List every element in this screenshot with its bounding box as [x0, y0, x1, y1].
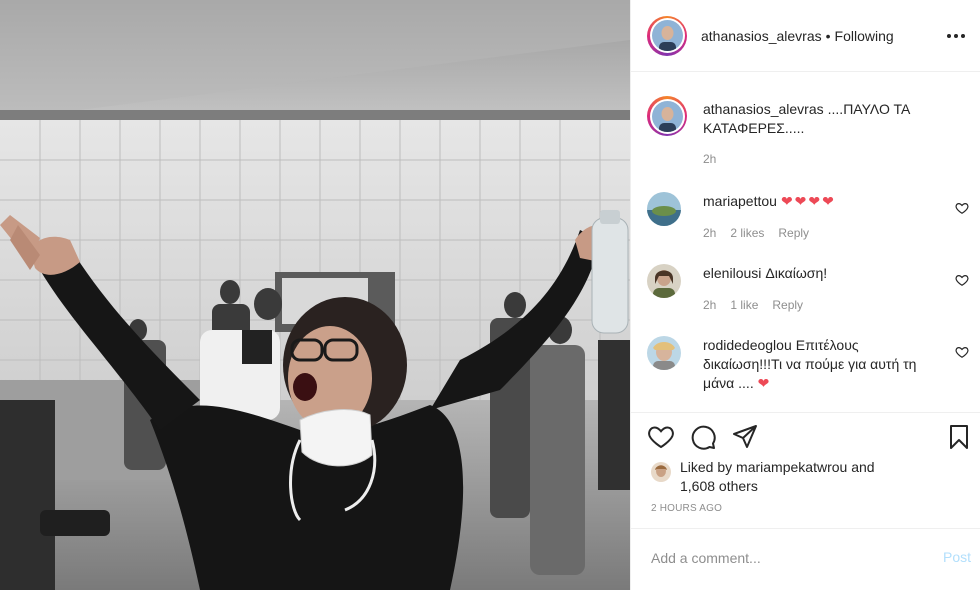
comment-input[interactable] — [651, 547, 921, 569]
caption-username[interactable]: athanasios_alevras — [703, 101, 824, 117]
comment-avatar[interactable] — [647, 192, 681, 226]
liked-by-prefix: Liked by — [680, 459, 733, 475]
likes-text: Liked by mariampekatwrou and 1,608 other… — [680, 458, 960, 496]
post-side-panel: athanasios_alevras • Following athanasio… — [630, 0, 980, 590]
photo-illustration — [0, 0, 630, 590]
instagram-post-window: athanasios_alevras • Following athanasio… — [0, 0, 980, 590]
author-username[interactable]: athanasios_alevras — [701, 28, 822, 44]
comment-item: mariapettou ❤❤❤❤ 2h 2 likes Reply — [647, 192, 969, 246]
comment-like-heart-icon[interactable] — [955, 273, 969, 287]
comment-text: rodidedeoglou Επιτέλους δικαίωση!!!Τι να … — [703, 336, 929, 393]
comment-likes[interactable]: 1 like — [730, 298, 758, 312]
comment-username[interactable]: mariapettou — [703, 193, 777, 209]
post-comment-button[interactable]: Post — [943, 549, 971, 565]
comment-body: Δικαίωση! — [765, 265, 828, 281]
comment-avatar[interactable] — [647, 264, 681, 298]
liked-others-count[interactable]: 1,608 others — [680, 478, 758, 494]
caption-text: athanasios_alevras ....ΠΑΥΛΟ ΤΑ ΚΑΤΑΦΕΡΕΣ… — [703, 100, 929, 138]
comment-text: mariapettou ❤❤❤❤ — [703, 192, 929, 211]
comment-meta: 2h 1 like Reply — [703, 298, 817, 312]
bookmark-icon[interactable] — [945, 423, 973, 451]
caption-time[interactable]: 2h — [703, 152, 716, 166]
reply-button[interactable]: Reply — [772, 298, 803, 312]
post-timestamp[interactable]: 2 HOURS AGO — [651, 503, 722, 514]
separator-dot: • — [825, 27, 831, 44]
caption-meta: 2h — [703, 152, 730, 166]
comment-like-heart-icon[interactable] — [955, 345, 969, 359]
comment-username[interactable]: elenilousi — [703, 265, 761, 281]
liker-avatar[interactable] — [651, 462, 671, 482]
liked-by-and: and — [851, 459, 875, 475]
add-comment-bar: Post — [631, 528, 980, 590]
paper-plane-icon[interactable] — [731, 423, 759, 451]
author-avatar[interactable] — [647, 15, 687, 56]
reply-button[interactable]: Reply — [778, 226, 809, 240]
liker-username[interactable]: mariampekatwrou — [736, 459, 847, 475]
comment-avatar[interactable] — [647, 336, 681, 370]
caption: athanasios_alevras ....ΠΑΥΛΟ ΤΑ ΚΑΤΑΦΕΡΕΣ… — [647, 96, 967, 170]
comment-text: elenilousi Δικαίωση! — [703, 264, 929, 283]
comment-likes[interactable]: 2 likes — [730, 226, 764, 240]
caption-author-avatar[interactable] — [647, 96, 687, 136]
comment-time[interactable]: 2h — [703, 226, 716, 240]
comment-time[interactable]: 2h — [703, 298, 716, 312]
comment-icon[interactable] — [689, 423, 717, 451]
following-button[interactable]: Following — [835, 28, 894, 44]
comment-item: elenilousi Δικαίωση! 2h 1 like Reply — [647, 264, 969, 318]
heart-icon[interactable] — [647, 423, 675, 451]
more-horizontal-icon[interactable] — [947, 27, 965, 45]
header-text: athanasios_alevras • Following — [701, 28, 894, 44]
comment-username[interactable]: rodidedeoglou — [703, 337, 792, 353]
comment-item: rodidedeoglou Επιτέλους δικαίωση!!!Τι να … — [647, 336, 969, 396]
comment-body: ❤❤❤❤ — [780, 193, 836, 209]
comment-meta: 2h 2 likes Reply — [703, 226, 823, 240]
comment-like-heart-icon[interactable] — [955, 201, 969, 215]
comment-heart-emoji: ❤ — [757, 375, 772, 391]
post-photo[interactable] — [0, 0, 630, 590]
post-header: athanasios_alevras • Following — [631, 0, 980, 72]
